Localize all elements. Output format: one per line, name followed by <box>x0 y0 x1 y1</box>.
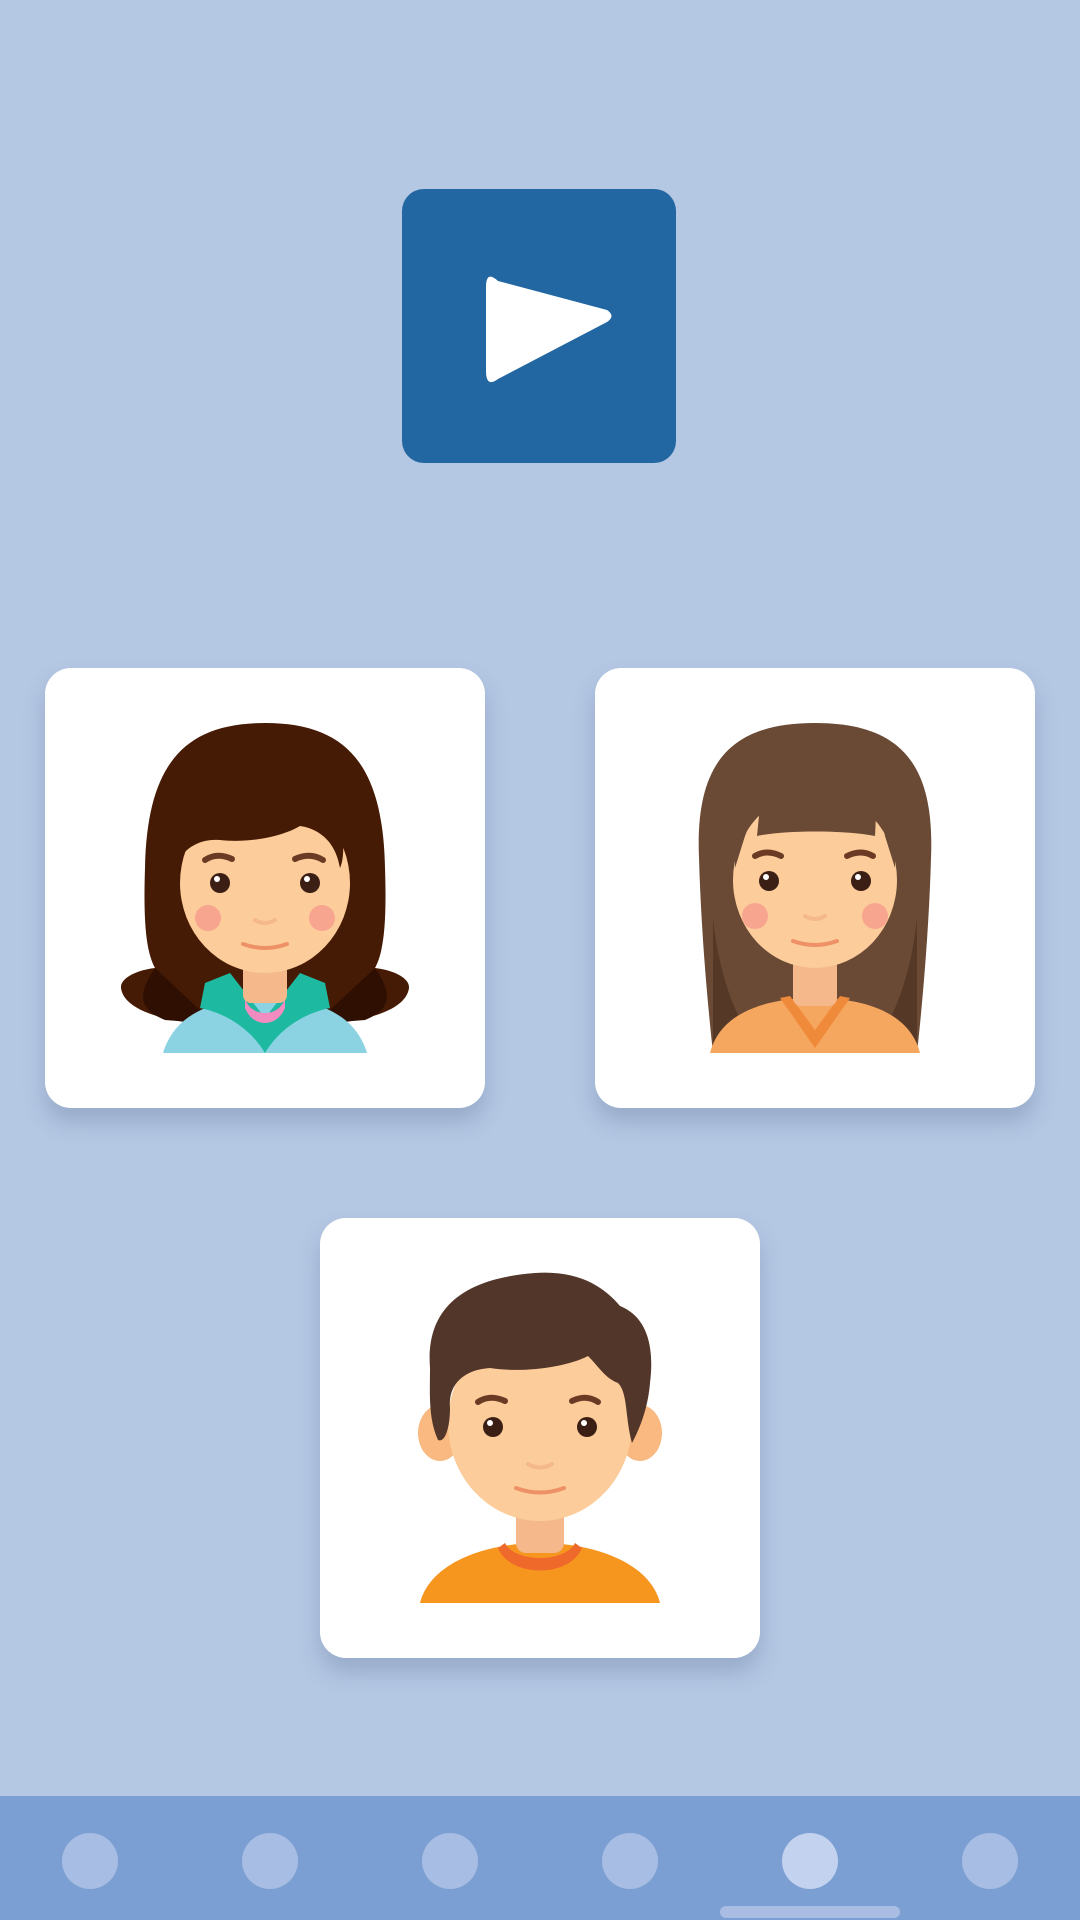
girl-dark-hair-avatar <box>120 723 410 1053</box>
character-card-boy-brown-hair[interactable] <box>320 1218 760 1658</box>
character-card-girl-brown-hair[interactable] <box>595 668 1035 1108</box>
play-button[interactable] <box>402 189 676 463</box>
home-indicator[interactable] <box>720 1906 900 1918</box>
page-dot-6[interactable] <box>962 1833 1018 1889</box>
boy-brown-hair-avatar <box>418 1272 662 1603</box>
page-dot-5-active[interactable] <box>782 1833 838 1889</box>
page-dot-2[interactable] <box>242 1833 298 1889</box>
page-dot-1[interactable] <box>62 1833 118 1889</box>
character-card-girl-dark-hair[interactable] <box>45 668 485 1108</box>
play-icon <box>486 276 612 383</box>
girl-brown-hair-avatar <box>698 723 932 1053</box>
page-dot-3[interactable] <box>422 1833 478 1889</box>
bottom-navigation-bar <box>0 1796 1080 1920</box>
page-dot-4[interactable] <box>602 1833 658 1889</box>
